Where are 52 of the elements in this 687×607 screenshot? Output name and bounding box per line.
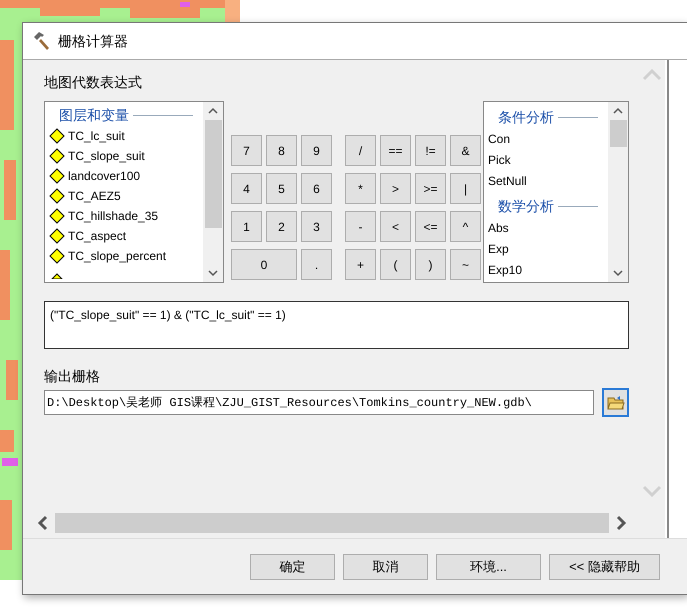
expression-field[interactable]: ("TC_slope_suit" == 1) & ("TC_lc_suit" == 1) [44,301,629,349]
key-button[interactable]: ~ [450,249,481,280]
layer-item[interactable]: landcover100 [49,166,203,186]
function-item[interactable]: Exp10 [488,259,608,280]
function-item[interactable]: Abs [488,217,608,238]
key-button[interactable]: * [345,173,376,204]
key-button[interactable]: 4 [231,173,262,204]
key-button[interactable]: . [301,249,332,280]
group-header: 条件分析 [498,108,554,126]
key-button[interactable]: 6 [301,173,332,204]
key-button[interactable]: 0 [231,249,297,280]
layer-item[interactable]: TC_aspect [49,226,203,246]
key-button[interactable]: 9 [301,135,332,166]
key-button[interactable]: | [450,173,481,204]
function-item[interactable]: SetNull [488,170,608,191]
key-button[interactable]: 5 [266,173,297,204]
key-button[interactable]: > [380,173,411,204]
key-button[interactable]: != [415,135,446,166]
key-button[interactable]: >= [415,173,446,204]
group-header: 数学分析 [498,196,554,216]
function-item[interactable]: Con [488,128,608,149]
key-button[interactable]: / [345,135,376,166]
key-button[interactable]: ^ [450,211,481,242]
key-button[interactable]: + [345,249,376,280]
section-label: 地图代数表达式 [44,73,143,92]
group-header: 图层和变量 [59,106,129,124]
key-button[interactable]: <= [415,211,446,242]
layer-item[interactable]: TC_slope_percent [49,246,203,266]
key-button[interactable]: == [380,135,411,166]
dialog-button[interactable]: 确定 [250,554,335,580]
key-button[interactable]: ( [380,249,411,280]
key-button[interactable]: & [450,135,481,166]
function-item[interactable]: Pick [488,149,608,170]
dialog-button[interactable]: 环境... [436,554,541,580]
key-button[interactable]: 3 [301,211,332,242]
layer-item[interactable]: TC_AEZ5 [49,186,203,206]
key-button[interactable]: ) [415,249,446,280]
window-title: 栅格计算器 [58,32,128,50]
function-item[interactable]: Exp [488,238,608,259]
layer-item[interactable]: TC_slope_suit [49,146,203,166]
output-path-field[interactable]: D:\Desktop\吴老师 GIS课程\ZJU_GIST_Resources\Tomkins_country_NEW.gdb\ [44,390,594,415]
key-button[interactable]: 1 [231,211,262,242]
key-button[interactable]: 2 [266,211,297,242]
layer-item[interactable]: TC_lc_suit [49,126,203,146]
key-button[interactable]: - [345,211,376,242]
key-button[interactable]: 7 [231,135,262,166]
key-button[interactable]: 8 [266,135,297,166]
layer-item[interactable]: TC_hillshade_35 [49,206,203,226]
dialog-button[interactable]: << 隐藏帮助 [549,554,660,580]
key-button[interactable]: < [380,211,411,242]
field-label: 输出栅格 [44,367,101,386]
dialog-button[interactable]: 取消 [343,554,428,580]
